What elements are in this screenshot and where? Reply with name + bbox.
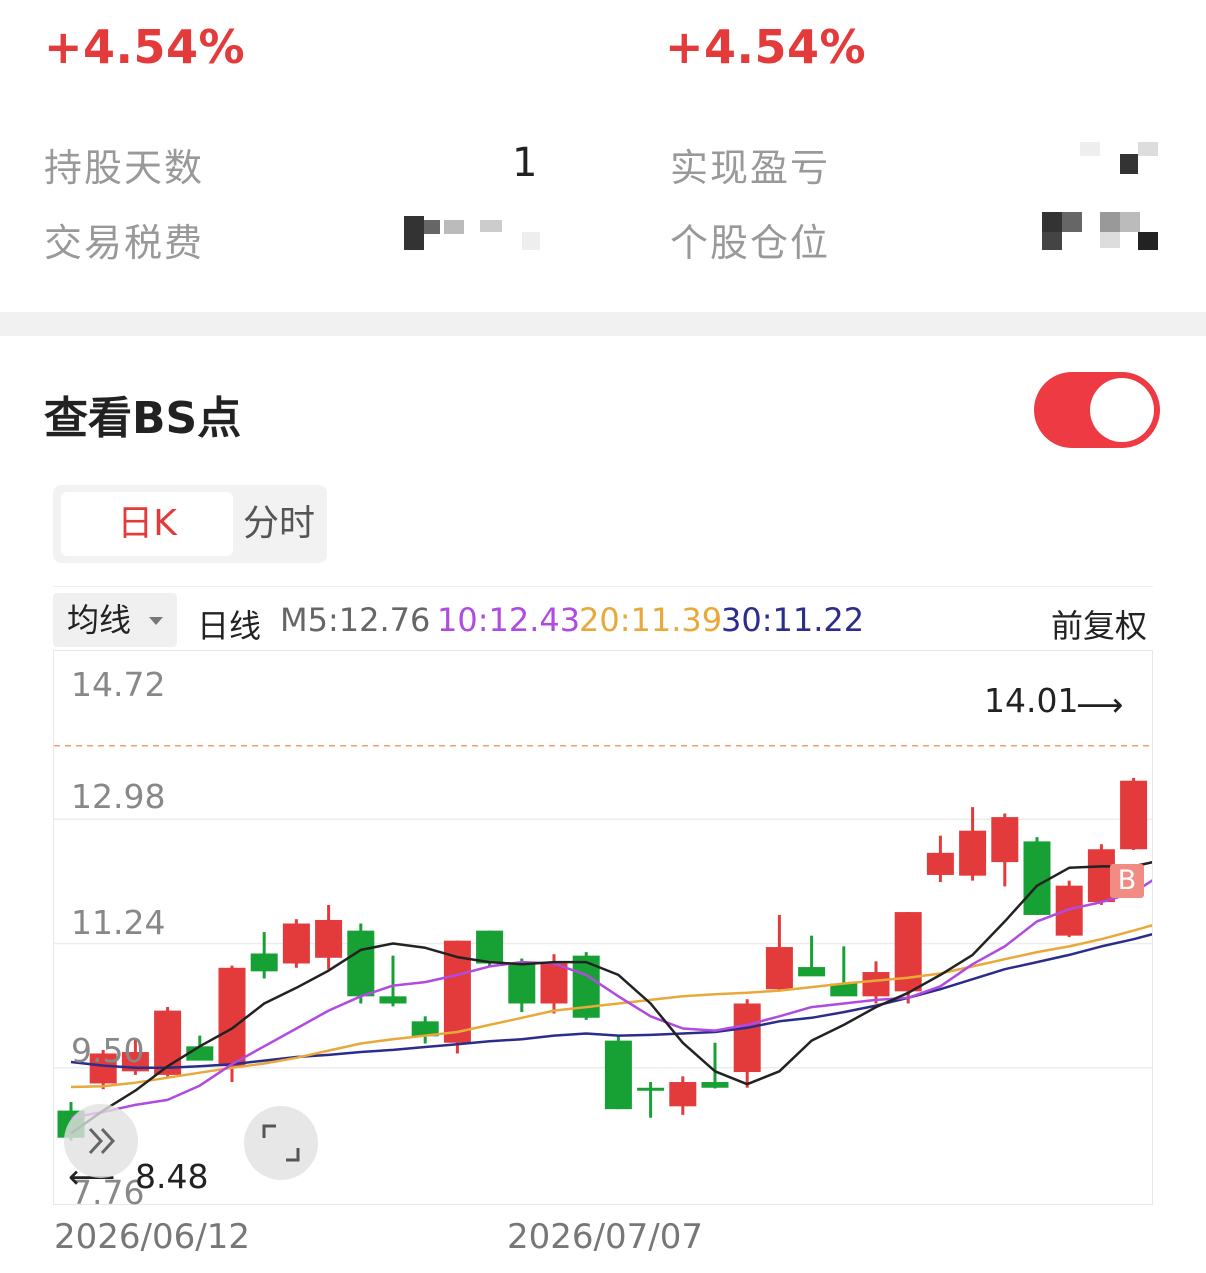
candle-body [1120, 780, 1148, 850]
y-tick-2: 11.24 [71, 903, 166, 942]
position-label: 个股仓位 [670, 221, 831, 265]
hold-days-value: 1 [512, 140, 538, 186]
kline-chart[interactable]: 14.72 12.98 11.24 9.50 7.76 14.01 ⟶ ⟵ 8.… [53, 650, 1153, 1212]
candle-body [798, 967, 826, 977]
candle-body [701, 1082, 729, 1088]
candle-body [637, 1087, 665, 1091]
price-adjust-toggle[interactable]: 前复权 [1051, 601, 1147, 647]
candle-body [315, 919, 343, 958]
candle-body [765, 947, 793, 990]
tax-fee-label: 交易税费 [44, 221, 205, 265]
candle-body [991, 817, 1019, 863]
min-price-label: 8.48 [135, 1157, 209, 1196]
buy-point-marker[interactable]: B [1110, 864, 1144, 898]
candle-body [733, 1003, 761, 1073]
ma-selector-label: 均线 [67, 601, 132, 639]
candle-body [604, 1040, 632, 1110]
double-chevron-right-icon [88, 1127, 116, 1155]
candle-body [218, 967, 246, 1067]
candle-body [1055, 885, 1083, 936]
position-value-redacted [1042, 212, 1160, 252]
arrow-right-icon: ⟶ [1076, 685, 1124, 724]
y-tick-3: 9.50 [71, 1031, 145, 1070]
candle-body [862, 972, 890, 997]
profit-pct-left: +4.54% [44, 20, 246, 74]
chevron-down-icon [149, 617, 163, 625]
candle-body [540, 963, 568, 1004]
expand-chart-button[interactable] [64, 1104, 138, 1178]
ma-legend-bar: 均线 日线 M5:12.76 10:12.43 20:11.39 30:11.2… [53, 586, 1153, 649]
fullscreen-button[interactable] [244, 1106, 318, 1180]
ma30-value: 30:11.22 [721, 601, 865, 639]
max-price-label: 14.01 [984, 681, 1079, 720]
candle-body [476, 930, 504, 964]
section-divider [0, 312, 1206, 336]
candle-body [1023, 841, 1051, 915]
candle-body [379, 996, 407, 1004]
tab-daily-k[interactable]: 日K [61, 492, 233, 556]
candle-body [250, 953, 278, 972]
bs-section-title: 查看BS点 [44, 393, 242, 444]
candle-body [959, 830, 987, 876]
y-tick-0: 14.72 [71, 665, 166, 704]
candle-body [669, 1082, 697, 1107]
ma10-value: 10:12.43 [437, 601, 581, 639]
bs-toggle-switch[interactable] [1034, 372, 1160, 448]
hold-days-label: 持股天数 [44, 146, 205, 190]
candle-body [282, 923, 310, 964]
ma20-value: 20:11.39 [579, 601, 723, 639]
ma-period-label: 日线 [197, 607, 262, 645]
tax-fee-value-redacted [404, 216, 544, 252]
x-label-mid: 2026/07/07 [507, 1217, 703, 1257]
profit-pct-right: +4.54% [665, 20, 867, 74]
chart-tab-group: 日K 分时 [53, 485, 327, 563]
realized-pnl-label: 实现盈亏 [670, 146, 831, 190]
candle-body [926, 852, 954, 875]
toggle-knob [1090, 378, 1154, 442]
ma5-value: M5:12.76 [280, 601, 431, 639]
y-tick-1: 12.98 [71, 777, 166, 816]
x-label-start: 2026/06/12 [54, 1217, 250, 1257]
candle-body [347, 930, 375, 997]
kline-chart-canvas [54, 744, 1152, 1141]
tab-intraday[interactable]: 分时 [237, 492, 321, 556]
fullscreen-icon [262, 1124, 300, 1162]
candle-body [508, 963, 536, 1004]
realized-pnl-value-redacted [1080, 142, 1160, 174]
ma-selector-dropdown[interactable]: 均线 [53, 593, 177, 647]
